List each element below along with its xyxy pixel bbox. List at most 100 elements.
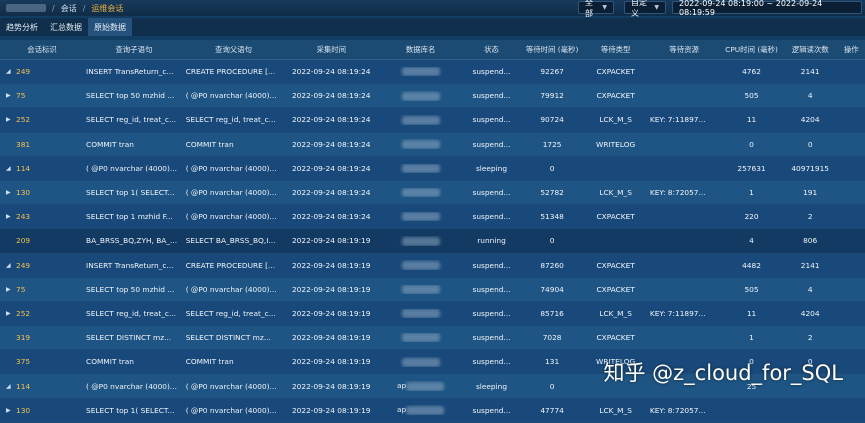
expand-toggle-icon[interactable]: ▶ [6, 310, 12, 317]
parent-query-cell[interactable]: CREATE PROCEDURE [... [184, 67, 284, 76]
session-id-cell: ▶ 75 [0, 285, 84, 294]
parent-query-cell[interactable]: COMMIT tran [184, 140, 284, 149]
column-header[interactable]: 会话标识 [0, 44, 84, 55]
parent-query-cell[interactable]: SELECT DISTINCT mz... [184, 333, 284, 342]
sub-query-cell[interactable]: SELECT top 1 mzhid F... [84, 212, 184, 221]
parent-query-cell[interactable]: SELECT BA_BRSS_BQ,I... [184, 236, 284, 245]
column-header[interactable]: 数据库名 [379, 44, 462, 55]
tab-raw-data[interactable]: 原始数据 [88, 18, 132, 36]
logical-reads-cell: 4204 [800, 308, 820, 318]
sub-query-cell[interactable]: BA_BRSS_BQ,ZYH, BA_... [84, 236, 184, 245]
column-header[interactable]: 状态 [462, 44, 521, 55]
expand-toggle-icon[interactable]: ▶ [6, 116, 12, 123]
table-row[interactable]: ▶ 252 SELECT reg_id, treat_c... SELECT reg_… [0, 108, 865, 133]
expand-toggle-icon[interactable]: ◢ [6, 68, 12, 75]
column-header[interactable]: 查询父语句 [184, 44, 284, 55]
sub-query-cell[interactable]: COMMIT tran [84, 140, 184, 149]
session-id: 130 [16, 188, 31, 198]
wait-type-cell: CXPACKET [596, 284, 635, 294]
session-id: 252 [16, 115, 31, 125]
sub-query-cell[interactable]: SELECT reg_id, treat_c... [84, 115, 184, 124]
wait-type-cell: CXPACKET [596, 260, 635, 270]
sub-query-cell[interactable]: SELECT top 50 mzhid ... [84, 285, 184, 294]
column-header[interactable]: 采集时间 [283, 44, 379, 55]
table-row[interactable]: ◢ 114 ( @P0 nvarchar (4000)...( @P0 nvarch… [0, 156, 865, 181]
collect-time-cell: 2022-09-24 08:19:19 [291, 357, 371, 367]
sub-query-cell[interactable]: INSERT TransReturn_c... [84, 67, 184, 76]
cpu-time-cell: 4 [749, 236, 754, 246]
table-row[interactable]: ▶ 75 SELECT top 50 mzhid ...( @P0 nvarchar… [0, 84, 865, 109]
expand-toggle-icon[interactable]: ◢ [6, 262, 12, 269]
parent-query-cell[interactable]: ( @P0 nvarchar (4000)... [184, 406, 284, 415]
table-row[interactable]: ▶ 130 SELECT top 1( SELECT...( @P0 nvarcha… [0, 180, 865, 206]
column-header[interactable]: 等待类型 [583, 44, 648, 55]
collect-time-cell: 2022-09-24 08:19:24 [291, 67, 371, 77]
breadcrumb-item[interactable]: 会话 [61, 3, 77, 14]
session-id: 75 [16, 91, 26, 101]
parent-query-cell[interactable]: ( @P0 nvarchar (4000)... [184, 285, 284, 294]
expand-toggle-icon[interactable]: ◢ [6, 165, 12, 172]
sub-query-cell[interactable]: ( @P0 nvarchar (4000)... [84, 382, 184, 391]
watermark: 知乎 @z_cloud_for_SQL [603, 361, 843, 385]
range-select[interactable]: 自定义 ▼ [624, 0, 666, 18]
expand-toggle-icon[interactable]: ◢ [6, 383, 12, 390]
table-row[interactable]: ▶ 130 SELECT top 1( SELECT...( @P0 nvarcha… [0, 398, 865, 423]
wait-time-cell: 51348 [540, 212, 564, 222]
column-header[interactable]: 逻辑读次数 [783, 44, 838, 55]
sub-query-cell[interactable]: SELECT DISTINCT mz... [84, 333, 184, 342]
parent-query-cell[interactable]: ( @P0 nvarchar (4000)... [184, 188, 284, 197]
table-row[interactable]: 319 SELECT DISTINCT mz... SELECT DISTINCT … [0, 326, 865, 351]
table-row[interactable]: ▶ 252 SELECT reg_id, treat_c... SELECT reg_… [0, 301, 865, 327]
column-header[interactable]: 查询子语句 [84, 44, 184, 55]
table-row[interactable]: ◢ 249 INSERT TransReturn_c... CREATE PROCED… [0, 60, 865, 85]
parent-query-cell[interactable]: SELECT reg_id, treat_c... [184, 115, 284, 124]
table-row[interactable]: 381 COMMIT tran COMMIT tran 2022-09-24 08:1… [0, 132, 865, 157]
session-id: 375 [16, 357, 31, 367]
session-id-cell: ◢ 114 [0, 382, 84, 391]
column-header[interactable]: CPU时间 (毫秒) [720, 44, 783, 55]
expand-toggle-icon[interactable]: ▶ [6, 213, 12, 220]
parent-query-cell[interactable]: ( @P0 nvarchar (4000)... [184, 164, 284, 173]
parent-query-cell[interactable]: CREATE PROCEDURE [... [184, 261, 284, 270]
sub-query-cell[interactable]: SELECT top 1( SELECT... [84, 406, 184, 415]
sub-query-cell[interactable]: SELECT reg_id, treat_c... [84, 309, 184, 318]
chevron-down-icon: ▼ [654, 4, 659, 11]
session-id-cell: ▶ 252 [0, 115, 84, 124]
wait-time-cell: 79912 [540, 91, 564, 101]
tab-trend-analysis[interactable]: 趋势分析 [0, 18, 44, 36]
database-name-cell [379, 357, 462, 367]
parent-query-cell[interactable]: COMMIT tran [184, 357, 284, 366]
table-row[interactable]: 209 BA_BRSS_BQ,ZYH, BA_... SELECT BA_BRSS_… [0, 229, 865, 254]
sub-query-cell[interactable]: SELECT top 1( SELECT... [84, 188, 184, 197]
collect-time-cell: 2022-09-24 08:19:19 [291, 260, 371, 270]
expand-toggle-icon[interactable]: ▶ [6, 189, 12, 196]
tab-summary-data[interactable]: 汇总数据 [44, 18, 88, 36]
column-header[interactable]: 等待时间 (毫秒) [521, 44, 584, 55]
wait-time-cell: 0 [549, 381, 555, 391]
sub-query-cell[interactable]: SELECT top 50 mzhid ... [84, 91, 184, 100]
expand-toggle-icon[interactable]: ▶ [6, 92, 12, 99]
table-row[interactable]: ▶ 75 SELECT top 50 mzhid ...( @P0 nvarchar… [0, 277, 865, 302]
sub-query-cell[interactable]: INSERT TransReturn_c... [84, 261, 184, 270]
parent-query-cell[interactable]: SELECT reg_id, treat_c... [184, 309, 284, 318]
session-id: 209 [16, 236, 31, 246]
parent-query-cell[interactable]: ( @P0 nvarchar (4000)... [184, 91, 284, 100]
parent-query-cell[interactable]: ( @P0 nvarchar (4000)... [184, 382, 284, 391]
parent-query-cell[interactable]: ( @P0 nvarchar (4000)... [184, 212, 284, 221]
column-header[interactable]: 等待资源 [648, 44, 720, 55]
wait-type-cell: CXPACKET [596, 67, 635, 77]
table-row[interactable]: ◢ 249 INSERT TransReturn_c... CREATE PROCED… [0, 253, 865, 278]
collect-time-cell: 2022-09-24 08:19:19 [291, 284, 371, 294]
expand-toggle-icon[interactable]: ▶ [6, 407, 12, 414]
scope-select[interactable]: 全部 ▼ [578, 0, 614, 18]
date-range-input[interactable]: 2022-09-24 08:19:00 ~ 2022-09-24 08:19:5… [672, 0, 862, 17]
sub-query-cell[interactable]: ( @P0 nvarchar (4000)... [84, 164, 184, 173]
status-cell: suspend... [472, 139, 511, 149]
session-id: 252 [16, 308, 31, 318]
breadcrumb-home[interactable] [6, 4, 46, 12]
table-row[interactable]: ▶ 243 SELECT top 1 mzhid F...( @P0 nvarcha… [0, 205, 865, 230]
wait-resource-cell: KEY: 7:11897... [649, 115, 706, 125]
sub-query-cell[interactable]: COMMIT tran [84, 357, 184, 366]
logical-reads-cell: 2141 [800, 260, 820, 270]
expand-toggle-icon[interactable]: ▶ [6, 286, 12, 293]
